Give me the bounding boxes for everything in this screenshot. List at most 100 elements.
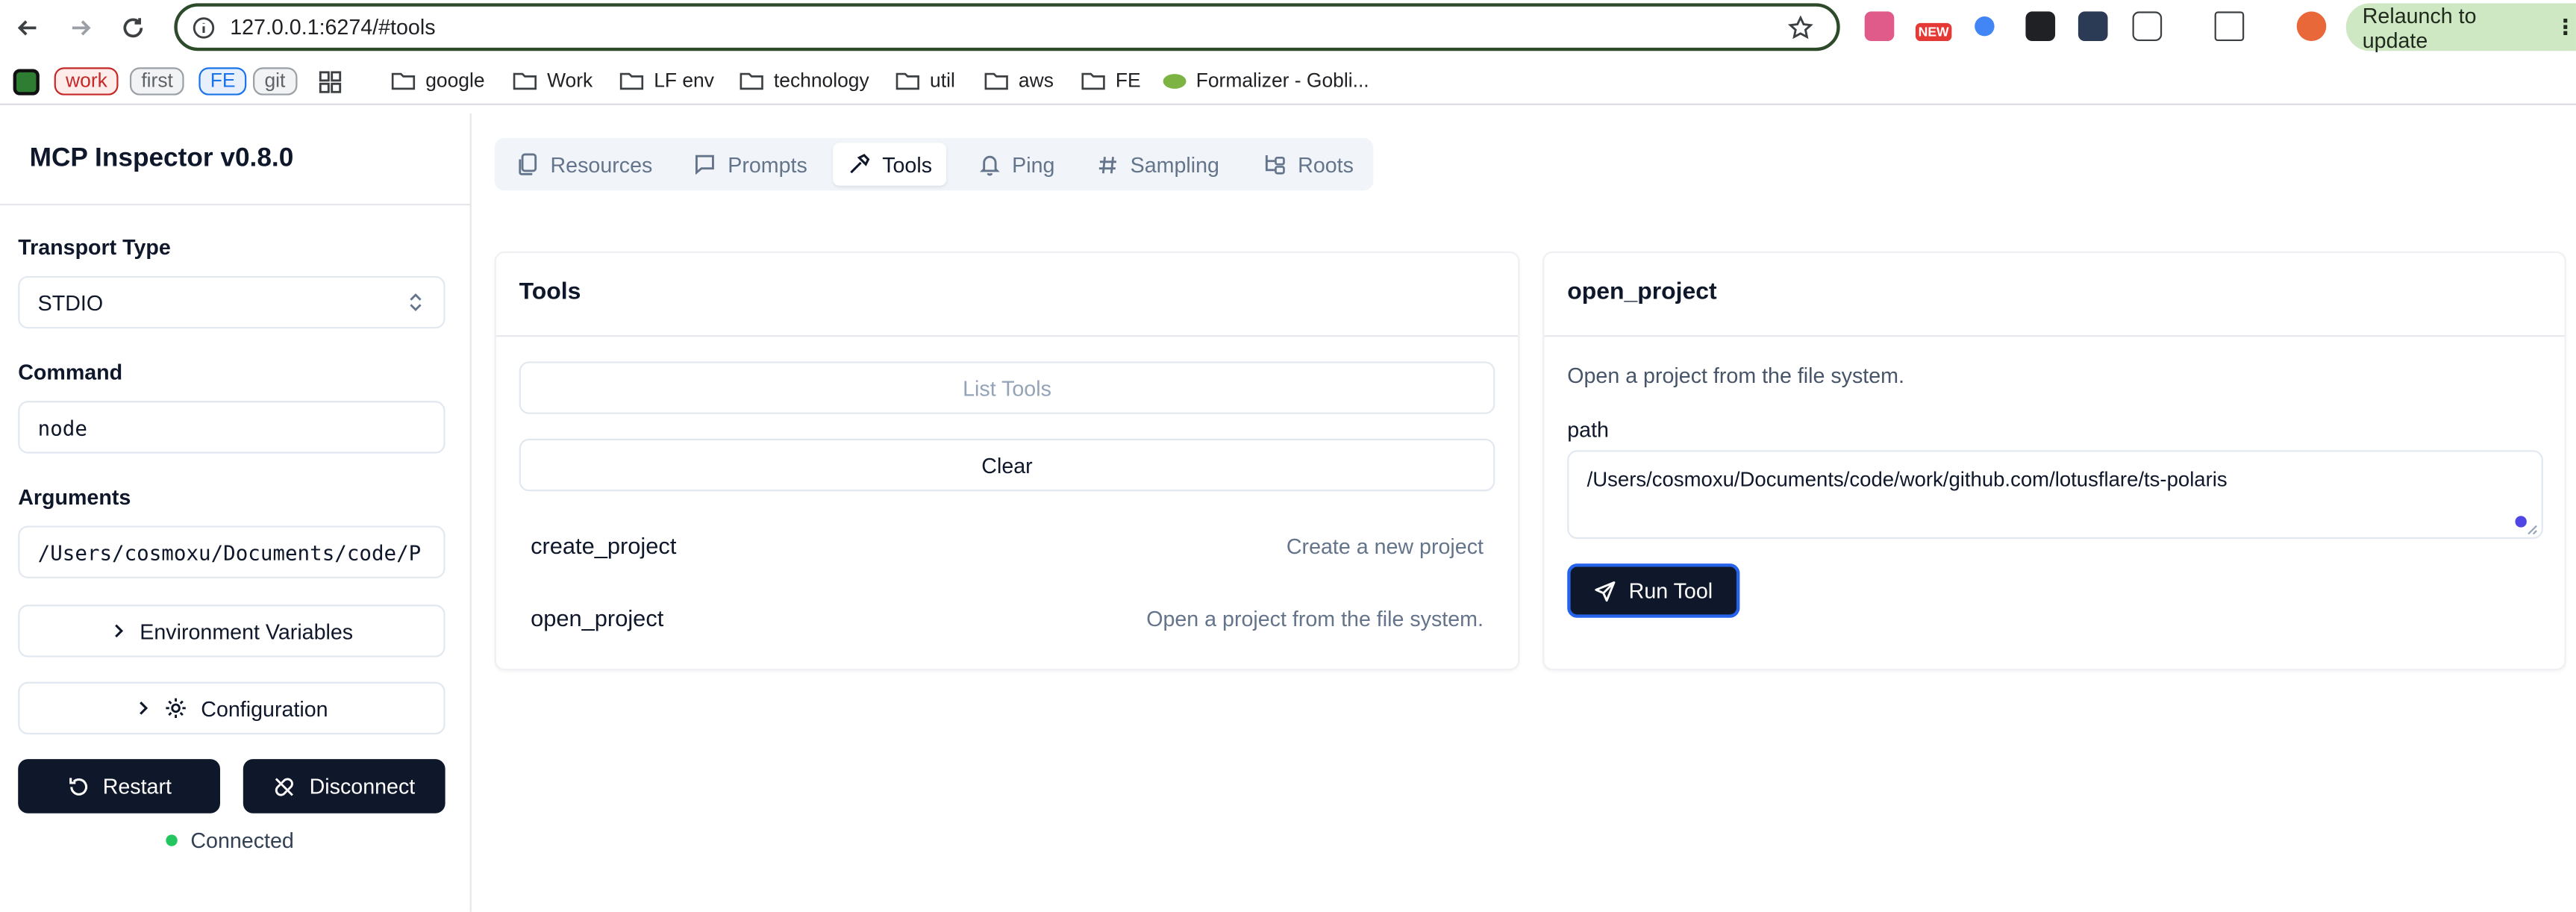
tab-label: Tools	[882, 152, 933, 177]
bookmark-label: google	[425, 69, 485, 93]
tab-roots[interactable]: Roots	[1248, 143, 1369, 186]
unplug-icon	[273, 775, 296, 798]
tool-detail-divider	[1544, 335, 2565, 337]
relaunch-to-update-button[interactable]: Relaunch to update ⋮	[2345, 2, 2576, 51]
sidebar: MCP Inspector v0.8.0 Transport Type STDI…	[0, 113, 472, 912]
send-icon	[1594, 579, 1617, 602]
new-badge-extension-icon[interactable]: NEW	[1915, 22, 1952, 42]
chevron-up-down-icon	[407, 293, 424, 312]
clear-button[interactable]: Clear	[519, 438, 1495, 492]
more-menu-icon[interactable]: ⋮	[2554, 14, 2576, 40]
status-dot-icon	[166, 834, 178, 846]
goblin-favicon-icon	[1163, 72, 1187, 88]
folder-icon	[1081, 71, 1106, 90]
tab-resources[interactable]: Resources	[503, 143, 667, 186]
tab-label: Resources	[550, 152, 653, 177]
bookmark-fe[interactable]: FE	[1081, 69, 1141, 92]
tool-list-item[interactable]: create_project Create a new project	[496, 521, 1518, 573]
environment-variables-toggle[interactable]: Environment Variables	[18, 605, 446, 658]
reading-list-icon[interactable]	[2214, 11, 2245, 42]
folder-icon	[513, 71, 537, 90]
bookmark-work[interactable]: Work	[513, 69, 593, 92]
url-text[interactable]: 127.0.0.1:6274/#tools	[230, 15, 435, 40]
run-tool-button[interactable]: Run Tool	[1567, 563, 1740, 618]
disconnect-label: Disconnect	[309, 773, 416, 799]
translate-extension-icon[interactable]	[1864, 11, 1895, 42]
command-input[interactable]: node	[18, 401, 446, 454]
tool-name: open_project	[531, 605, 664, 631]
tag-pill-first[interactable]: first	[129, 67, 185, 96]
tab-tools[interactable]: Tools	[833, 143, 947, 186]
react-devtools-icon[interactable]	[2078, 11, 2108, 42]
bookmark-aws[interactable]: aws	[984, 69, 1054, 92]
resize-handle-icon[interactable]	[2527, 524, 2538, 535]
folder-tree-icon	[1263, 153, 1287, 176]
configuration-toggle[interactable]: Configuration	[18, 681, 446, 735]
tool-name: create_project	[531, 532, 677, 559]
bookmark-lf-env[interactable]: LF env	[619, 69, 714, 92]
path-param-value: /Users/cosmoxu/Documents/code/work/githu…	[1586, 468, 2228, 492]
chevron-right-icon	[135, 700, 151, 716]
folder-icon	[619, 71, 644, 90]
main-tabs: Resources Prompts Tools Ping Sampling Ro…	[494, 137, 1374, 191]
tag-pill-git[interactable]: git	[253, 67, 297, 96]
folder-icon	[391, 71, 416, 90]
arguments-input[interactable]: /Users/cosmoxu/Documents/code/P	[18, 525, 446, 578]
reload-icon[interactable]	[115, 10, 151, 46]
transport-type-label: Transport Type	[18, 234, 171, 260]
back-icon[interactable]	[10, 10, 46, 46]
tool-detail-title: open_project	[1567, 279, 1717, 306]
path-param-input[interactable]: /Users/cosmoxu/Documents/code/work/githu…	[1567, 450, 2543, 540]
tag-pill-work[interactable]: work	[54, 67, 119, 96]
forward-icon[interactable]	[63, 10, 99, 46]
grid-extension-icon[interactable]	[2025, 11, 2056, 42]
list-tools-button[interactable]: List Tools	[519, 361, 1495, 414]
apps-grid-icon[interactable]	[319, 71, 342, 94]
bookmark-util[interactable]: util	[895, 69, 955, 92]
profile-avatar-icon[interactable]	[2296, 11, 2327, 42]
tools-panel: Tools List Tools Clear create_project Cr…	[494, 251, 1520, 671]
restart-button[interactable]: Restart	[18, 759, 221, 813]
tab-group-icon[interactable]	[13, 69, 40, 96]
command-label: Command	[18, 360, 123, 385]
site-info-icon[interactable]	[193, 16, 216, 40]
bookmark-label: FE	[1115, 69, 1141, 93]
gear-icon	[165, 696, 188, 719]
restart-icon	[66, 775, 90, 798]
bookmark-label: LF env	[654, 69, 714, 93]
bookmark-label: Formalizer - Gobli...	[1195, 69, 1369, 93]
bookmark-star-icon[interactable]	[1787, 15, 1813, 41]
address-bar[interactable]: 127.0.0.1:6274/#tools	[174, 3, 1840, 51]
bookmark-formalizer[interactable]: Formalizer - Gobli...	[1163, 69, 1369, 92]
connection-status-label: Connected	[190, 828, 294, 853]
tool-list-item[interactable]: open_project Open a project from the fil…	[496, 593, 1518, 646]
configuration-label: Configuration	[201, 696, 328, 721]
connection-status: Connected	[166, 828, 294, 853]
tab-label: Roots	[1298, 152, 1354, 177]
bookmarks-bar: work first FE git google Work LF env tec…	[0, 59, 2576, 105]
folder-icon	[984, 71, 1009, 90]
assistant-dot-icon	[2515, 516, 2527, 528]
hammer-icon	[848, 153, 871, 176]
tab-prompts[interactable]: Prompts	[678, 143, 822, 186]
bookmark-label: technology	[773, 69, 869, 93]
tag-pill-fe[interactable]: FE	[198, 67, 247, 96]
disconnect-button[interactable]: Disconnect	[243, 759, 446, 813]
extensions-puzzle-icon[interactable]	[2132, 11, 2163, 42]
bookmark-technology[interactable]: technology	[740, 69, 869, 92]
folder-icon	[740, 71, 764, 90]
hash-icon	[1098, 154, 1119, 175]
message-square-icon	[693, 153, 716, 176]
transport-type-select[interactable]: STDIO	[18, 275, 446, 329]
arguments-label: Arguments	[18, 484, 131, 510]
bookmark-google[interactable]: google	[391, 69, 485, 92]
bookmark-label: aws	[1018, 69, 1054, 93]
run-tool-label: Run Tool	[1628, 578, 1713, 603]
tab-ping[interactable]: Ping	[964, 143, 1069, 186]
environment-variables-label: Environment Variables	[140, 618, 354, 643]
tools-panel-divider	[495, 335, 1519, 337]
tab-sampling[interactable]: Sampling	[1083, 143, 1234, 186]
tools-panel-title: Tools	[519, 279, 581, 306]
circle-extension-icon[interactable]	[1975, 16, 1995, 37]
tab-label: Sampling	[1130, 152, 1219, 177]
